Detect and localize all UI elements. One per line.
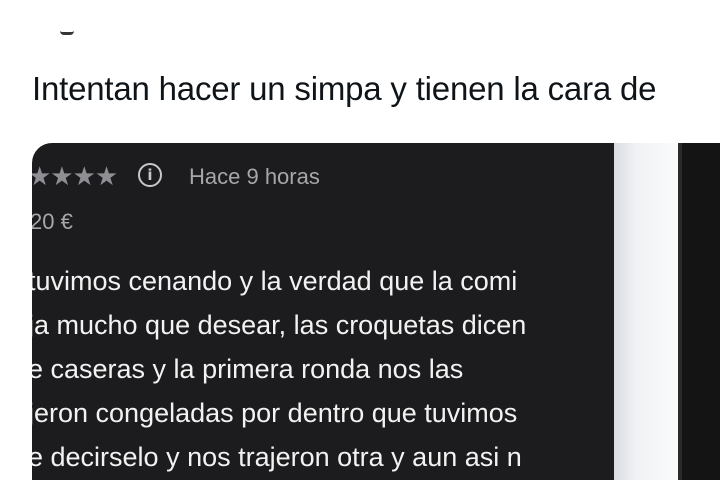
post-text: Intentan hacer un simpa y tienen la cara… bbox=[32, 70, 657, 107]
top-bar bbox=[0, 0, 720, 40]
review-line: e caseras y la primera ronda nos las bbox=[32, 354, 464, 384]
post-image[interactable]: ★★★★ i Hace 9 horas 20 € tuvimos cenando… bbox=[32, 143, 720, 480]
review-line: jeron congeladas por dentro que tuvimos bbox=[32, 398, 518, 428]
review-line: e decirselo y nos trajeron otra y aun as… bbox=[32, 442, 522, 472]
review-price: 20 € bbox=[32, 209, 73, 234]
review-body: tuvimos cenando y la verdad que la comi … bbox=[32, 259, 526, 479]
review-line: ja mucho que desear, las croquetas dicen bbox=[32, 310, 527, 340]
review-time: Hace 9 horas bbox=[189, 164, 320, 189]
info-icon: i bbox=[138, 163, 162, 187]
partial-icon bbox=[60, 26, 74, 35]
review-line: tuvimos cenando y la verdad que la comi bbox=[32, 266, 518, 296]
star-rating: ★★★★ bbox=[32, 161, 118, 191]
review-screenshot: ★★★★ i Hace 9 horas 20 € tuvimos cenando… bbox=[32, 143, 612, 480]
image-divider bbox=[678, 143, 682, 480]
image-strip-dark bbox=[678, 143, 720, 480]
image-strip-light bbox=[614, 143, 678, 480]
